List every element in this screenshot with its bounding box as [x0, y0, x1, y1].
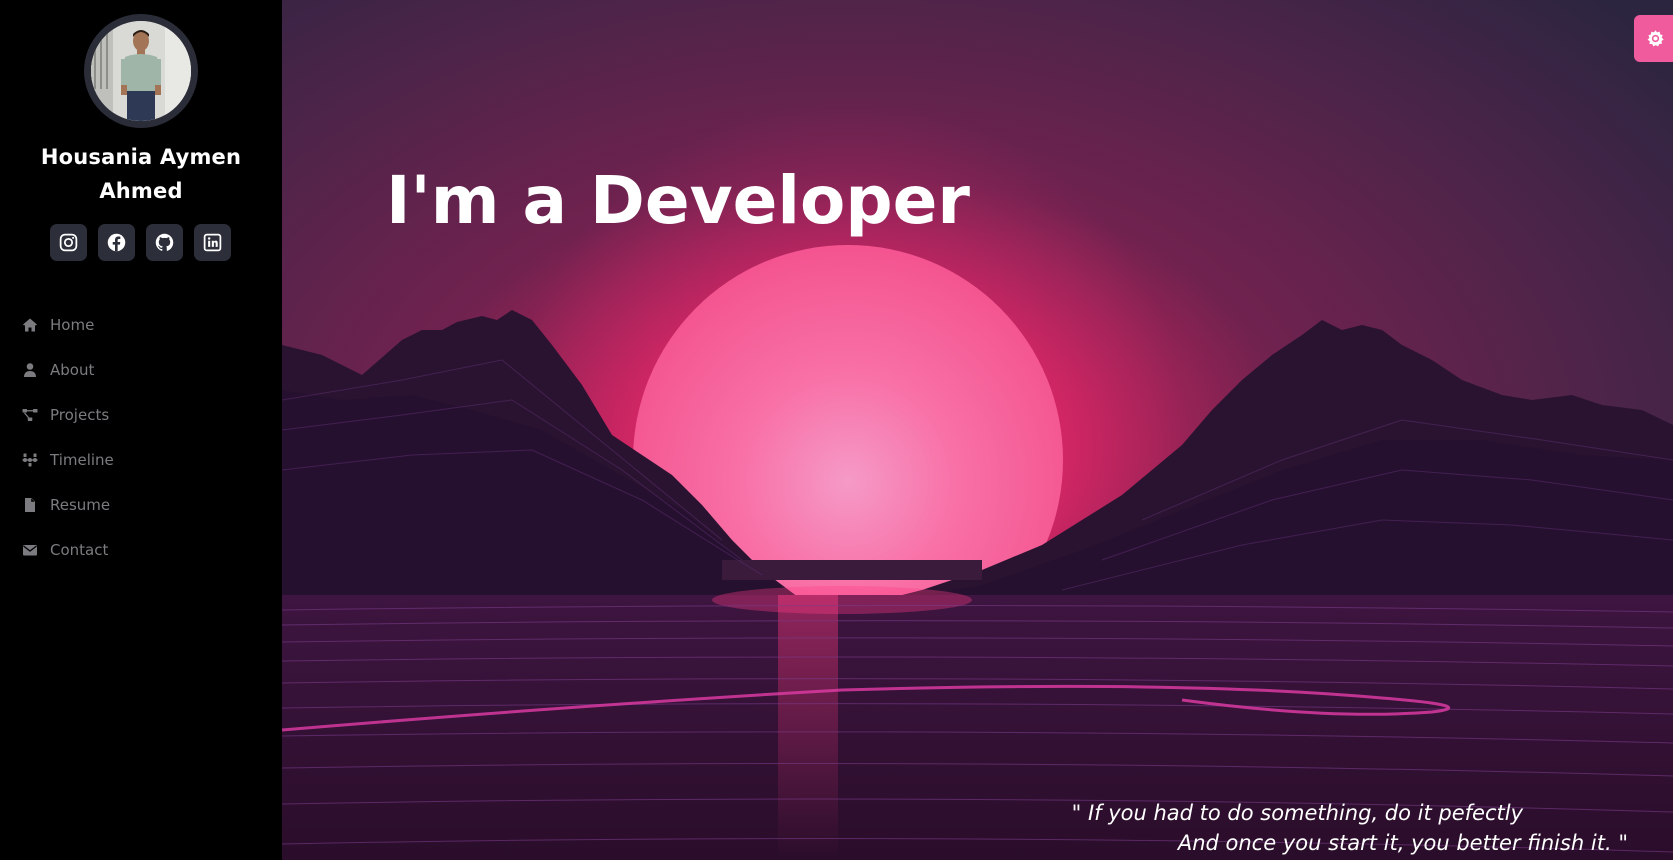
nav-label-resume: Resume [50, 495, 111, 514]
profile-name-line1: Housania Aymen [40, 145, 242, 169]
sidebar: Housania Aymen Ahmed Home About Projects… [0, 0, 282, 860]
linkedin-icon [203, 233, 222, 252]
nav-label-contact: Contact [50, 540, 109, 559]
timeline-icon [22, 452, 38, 468]
nav-label-about: About [50, 360, 95, 379]
facebook-button[interactable] [98, 224, 135, 261]
gear-icon [1647, 30, 1664, 47]
linkedin-button[interactable] [194, 224, 231, 261]
envelope-icon [22, 542, 38, 558]
nav-label-projects: Projects [50, 405, 110, 424]
github-button[interactable] [146, 224, 183, 261]
nav-item-resume[interactable]: Resume [0, 482, 282, 527]
project-diagram-icon [22, 407, 38, 423]
avatar-photo [91, 21, 191, 121]
profile-name-line2: Ahmed [99, 179, 183, 203]
nav-item-projects[interactable]: Projects [0, 392, 282, 437]
profile-name: Housania Aymen Ahmed [0, 140, 282, 208]
nav-item-home[interactable]: Home [0, 302, 282, 347]
user-icon [22, 362, 38, 378]
nav-label-timeline: Timeline [50, 450, 114, 469]
nav-item-contact[interactable]: Contact [0, 527, 282, 572]
quote-line-1: " If you had to do something, do it pefe… [1071, 801, 1523, 825]
github-icon [155, 233, 174, 251]
hero-heading-prefix: I'm a [386, 162, 591, 239]
main-nav: Home About Projects Timeline Resume Cont… [0, 302, 282, 572]
nav-item-timeline[interactable]: Timeline [0, 437, 282, 482]
nav-label-home: Home [50, 315, 95, 334]
nav-item-about[interactable]: About [0, 347, 282, 392]
hero-section: I'm a Developer " If you had to do somet… [282, 0, 1673, 860]
home-icon [22, 317, 38, 333]
synthwave-background-image [282, 0, 1673, 860]
facebook-icon [107, 233, 126, 252]
quote-line-2: And once you start it, you better finish… [1177, 831, 1628, 855]
file-icon [22, 497, 38, 513]
social-links [50, 224, 231, 261]
avatar [84, 14, 198, 128]
instagram-icon [59, 233, 78, 252]
hero-heading: I'm a Developer [386, 158, 970, 244]
settings-toggle-button[interactable] [1634, 15, 1673, 62]
hero-role: Developer [590, 162, 970, 239]
hero-quote: " If you had to do something, do it pefe… [1072, 798, 1628, 858]
instagram-button[interactable] [50, 224, 87, 261]
